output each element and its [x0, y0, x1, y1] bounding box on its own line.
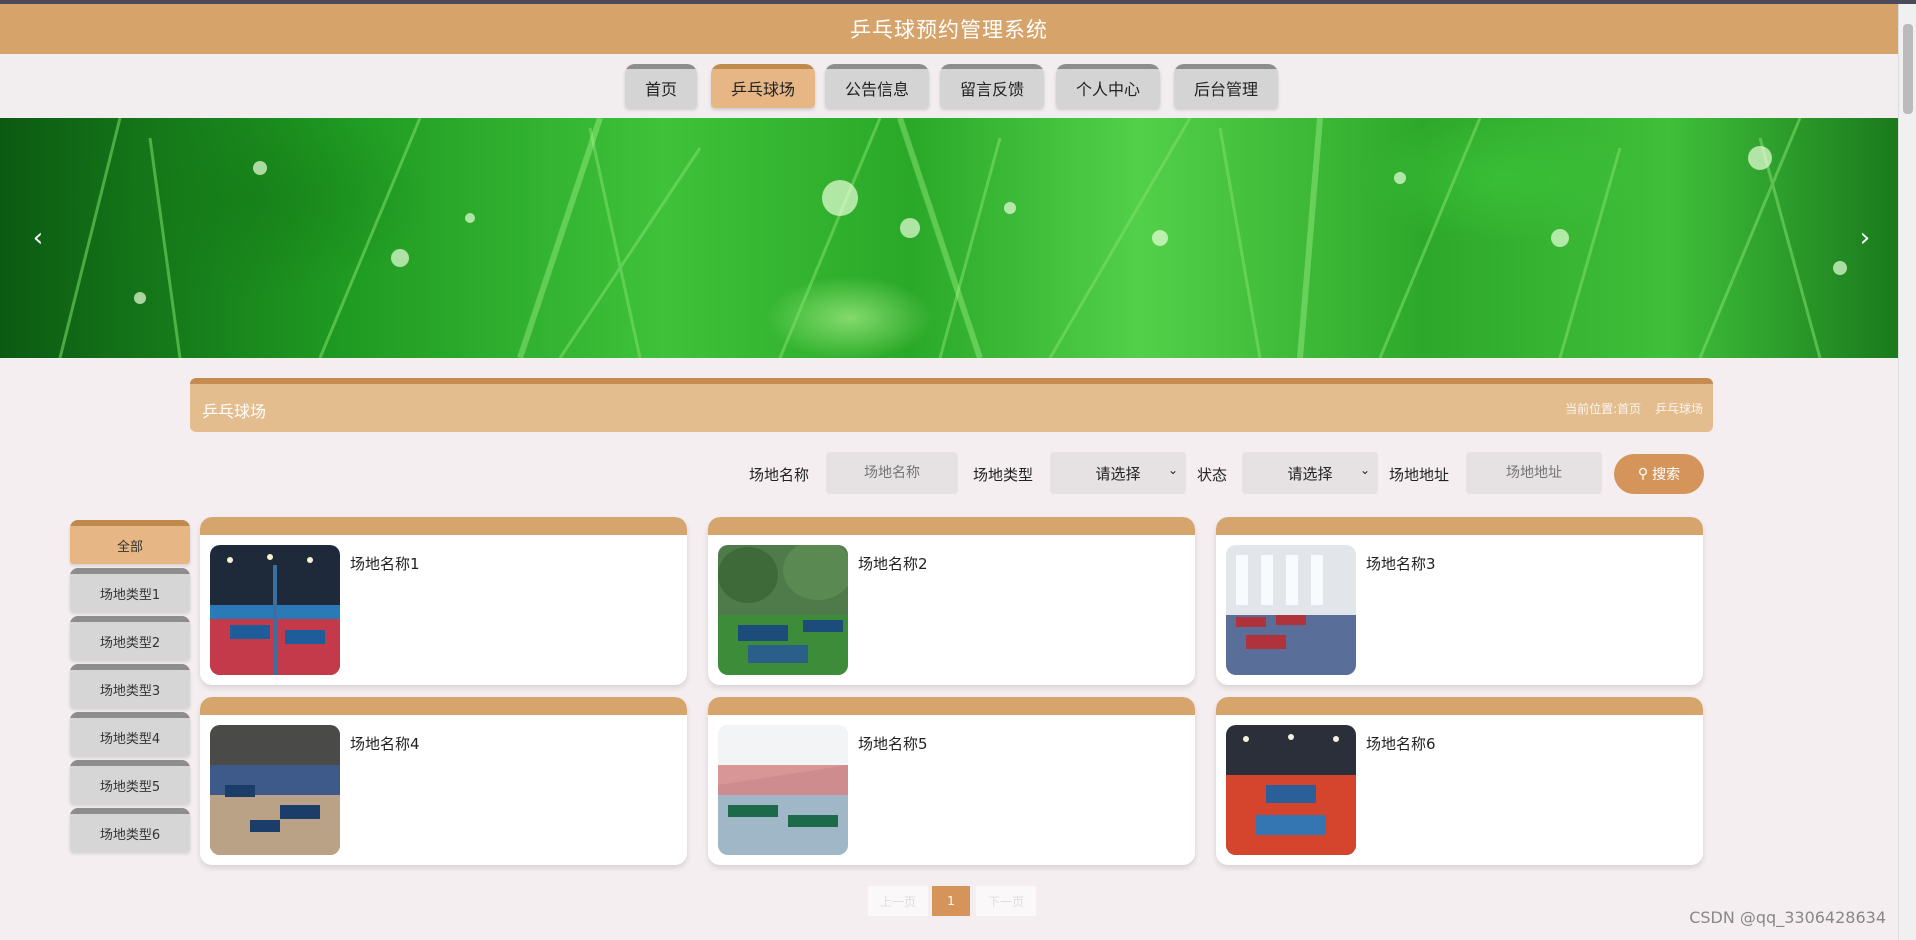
nav-courts-label: 乒乓球场	[730, 80, 795, 99]
venue-card[interactable]: 场地名称3	[1216, 517, 1703, 685]
card-header-strip	[200, 697, 687, 715]
venue-name[interactable]: 场地名称6	[1366, 733, 1436, 754]
nav-home[interactable]: 首页	[625, 64, 697, 108]
next-page-button[interactable]: 下一页	[976, 886, 1036, 916]
watermark: CSDN @qq_3306428634	[1689, 908, 1886, 927]
venue-card[interactable]: 场地名称5	[708, 697, 1195, 865]
category-label: 场地类型3	[99, 683, 161, 699]
card-header-strip	[1216, 517, 1703, 535]
category-type-1[interactable]: 场地类型1	[70, 568, 190, 612]
nav-home-label: 首页	[644, 80, 677, 99]
venue-card[interactable]: 场地名称4	[200, 697, 687, 865]
category-label: 场地类型4	[99, 731, 161, 747]
category-type-3[interactable]: 场地类型3	[70, 664, 190, 708]
current-page-label: 1	[947, 894, 955, 908]
category-label: 全部	[116, 539, 143, 555]
nav-feedback[interactable]: 留言反馈	[940, 64, 1044, 108]
venue-card[interactable]: 场地名称2	[708, 517, 1195, 685]
chevron-right-icon: ›	[1859, 223, 1871, 253]
nav-personal-label: 个人中心	[1075, 80, 1140, 99]
search-button[interactable]: ⚲ 搜索	[1614, 454, 1704, 494]
chevron-left-icon: ‹	[32, 223, 44, 253]
status-select[interactable]: 请选择 ⌄	[1242, 452, 1378, 494]
chevron-down-icon: ⌄	[1359, 463, 1370, 477]
category-label: 场地类型6	[99, 827, 161, 843]
status-label: 状态	[1197, 466, 1228, 484]
banner-carousel[interactable]: ‹ ›	[0, 118, 1898, 358]
current-page-button[interactable]: 1	[932, 886, 970, 916]
search-button-label: 搜索	[1652, 467, 1681, 483]
banner-prev-button[interactable]: ‹	[18, 218, 58, 258]
venue-name-input[interactable]	[826, 452, 958, 494]
breadcrumb-current: 乒乓球场	[1654, 402, 1703, 416]
category-all[interactable]: 全部	[70, 520, 190, 564]
nav-table-tennis-courts[interactable]: 乒乓球场	[711, 64, 815, 108]
venue-type-select[interactable]: 请选择 ⌄	[1050, 452, 1186, 494]
venue-image[interactable]	[718, 725, 848, 855]
category-type-4[interactable]: 场地类型4	[70, 712, 190, 756]
category-type-2[interactable]: 场地类型2	[70, 616, 190, 660]
venue-name-label: 场地名称	[749, 466, 810, 484]
venue-name[interactable]: 场地名称1	[350, 553, 420, 574]
breadcrumb: 当前位置:首页 乒乓球场	[1555, 400, 1703, 417]
venue-card[interactable]: 场地名称6	[1216, 697, 1703, 865]
venue-name[interactable]: 场地名称2	[858, 553, 928, 574]
scrollbar-thumb[interactable]	[1903, 24, 1913, 114]
venue-type-label: 场地类型	[973, 466, 1034, 484]
category-type-6[interactable]: 场地类型6	[70, 808, 190, 852]
venue-image[interactable]	[718, 545, 848, 675]
venue-name[interactable]: 场地名称5	[858, 733, 928, 754]
card-header-strip	[708, 697, 1195, 715]
banner-next-button[interactable]: ›	[1845, 218, 1885, 258]
venue-name[interactable]: 场地名称3	[1366, 553, 1436, 574]
site-title: 乒乓球预约管理系统	[850, 18, 1048, 42]
site-title-bar: 乒乓球预约管理系统	[0, 4, 1898, 54]
section-title: 乒乓球场	[202, 402, 267, 421]
nav-announcements-label: 公告信息	[844, 80, 909, 99]
nav-admin-label: 后台管理	[1193, 80, 1258, 99]
venue-image[interactable]	[1226, 545, 1356, 675]
venue-address-input[interactable]	[1466, 452, 1602, 494]
banner-grass-image	[58, 118, 1847, 358]
nav-announcements[interactable]: 公告信息	[825, 64, 929, 108]
section-header: 乒乓球场 当前位置:首页 乒乓球场	[190, 378, 1713, 432]
nav-feedback-label: 留言反馈	[959, 80, 1024, 99]
main-nav: 首页 乒乓球场 公告信息 留言反馈 个人中心 后台管理	[0, 54, 1898, 118]
venue-name[interactable]: 场地名称4	[350, 733, 420, 754]
card-header-strip	[200, 517, 687, 535]
category-list: 全部 场地类型1 场地类型2 场地类型3 场地类型4 场地类型5 场地类型6	[70, 520, 190, 856]
venue-image[interactable]	[1226, 725, 1356, 855]
card-header-strip	[1216, 697, 1703, 715]
venue-card[interactable]: 场地名称1	[200, 517, 687, 685]
venue-type-select-value: 请选择	[1095, 464, 1141, 483]
venue-image[interactable]	[210, 725, 340, 855]
card-header-strip	[708, 517, 1195, 535]
category-label: 场地类型2	[99, 635, 161, 651]
prev-page-label: 上一页	[879, 894, 916, 909]
venue-address-label: 场地地址	[1389, 466, 1450, 484]
page-scrollbar[interactable]	[1898, 4, 1916, 940]
nav-personal-center[interactable]: 个人中心	[1056, 64, 1160, 108]
prev-page-button[interactable]: 上一页	[868, 886, 928, 916]
next-page-label: 下一页	[987, 894, 1024, 909]
category-type-5[interactable]: 场地类型5	[70, 760, 190, 804]
breadcrumb-home[interactable]: 当前位置:首页	[1565, 402, 1641, 416]
venue-image[interactable]	[210, 545, 340, 675]
pagination: 上一页 1 下一页	[0, 886, 1916, 916]
status-select-value: 请选择	[1287, 464, 1333, 483]
search-icon: ⚲	[1637, 466, 1649, 482]
category-label: 场地类型1	[99, 587, 161, 603]
search-bar: 场地名称 场地类型 请选择 ⌄ 状态 请选择 ⌄ 场地地址 ⚲ 搜索	[0, 452, 1916, 494]
nav-admin[interactable]: 后台管理	[1174, 64, 1278, 108]
category-label: 场地类型5	[99, 779, 161, 795]
chevron-down-icon: ⌄	[1167, 463, 1178, 477]
